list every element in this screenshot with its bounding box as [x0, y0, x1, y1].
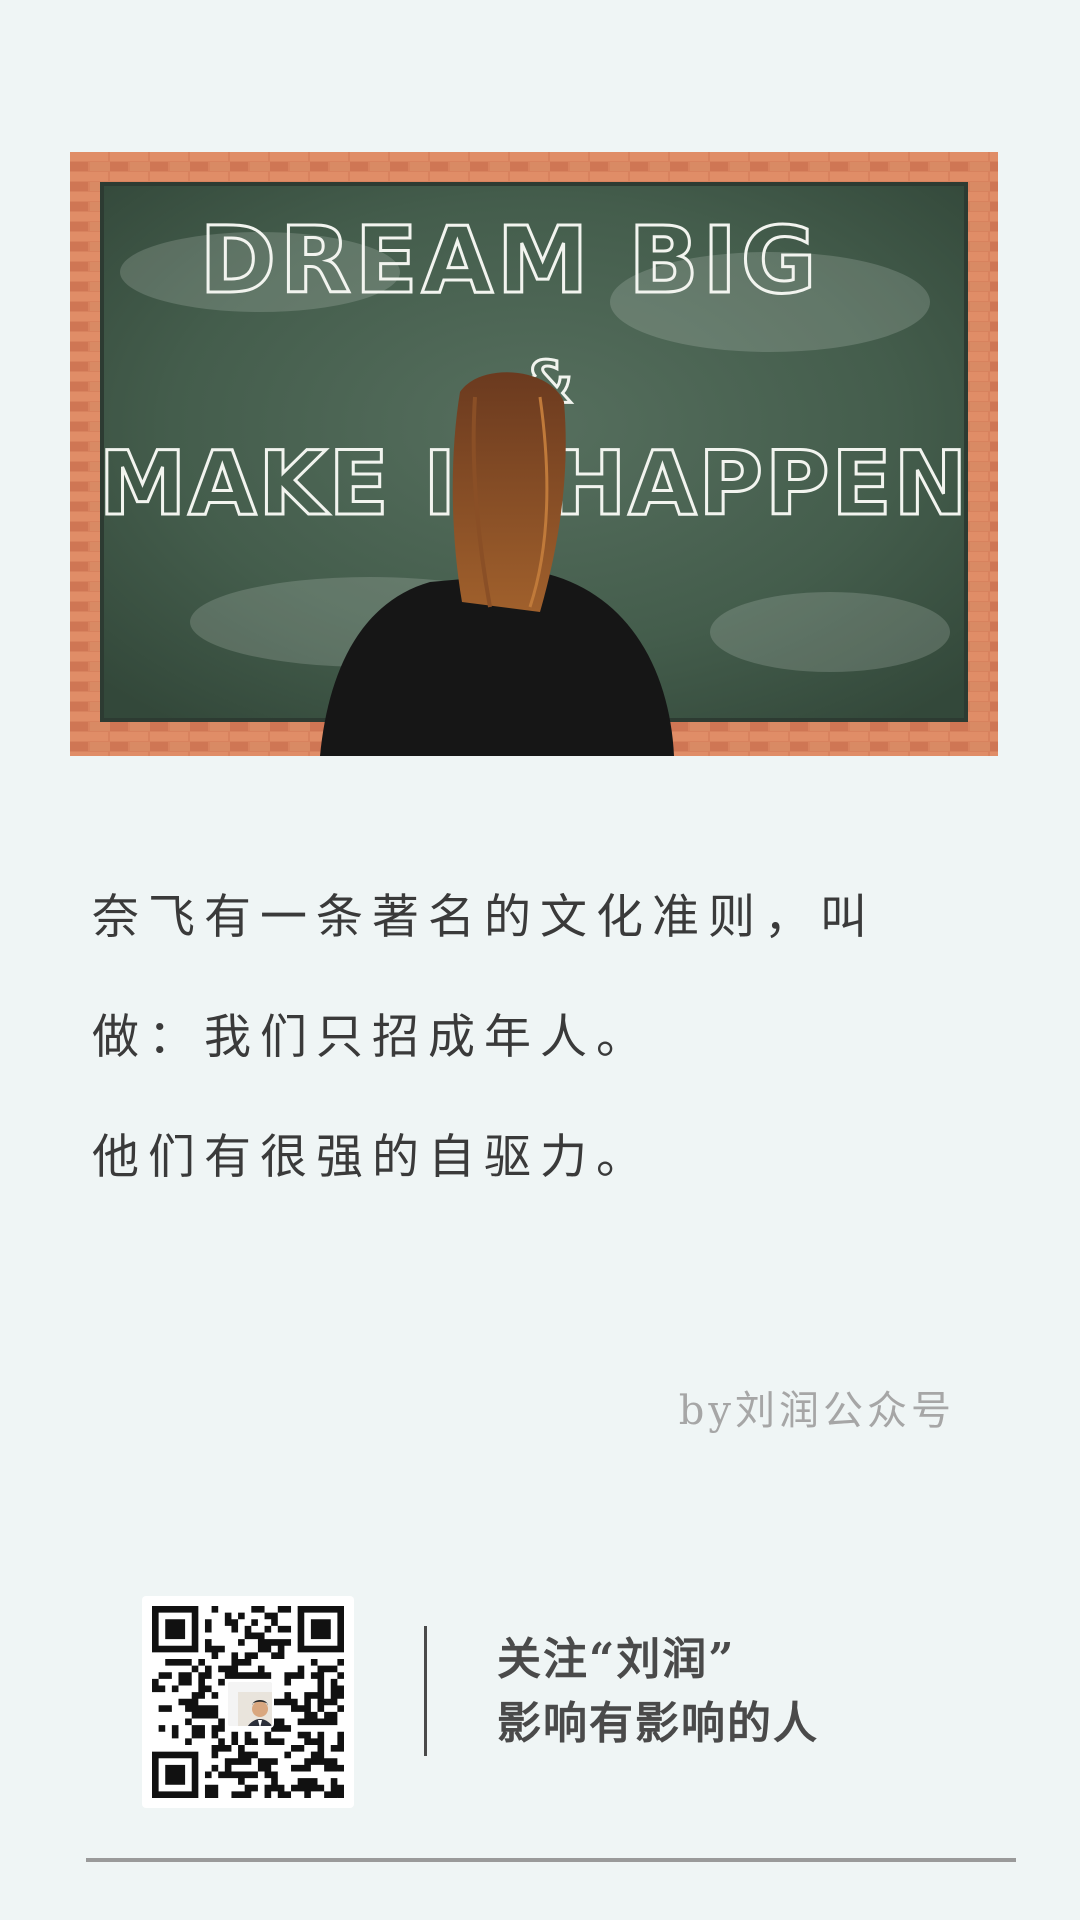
article-line-2: 做：我们只招成年人。 [92, 1010, 652, 1065]
board-line1: DREAM BIG [200, 207, 821, 314]
qr-code[interactable] [142, 1596, 354, 1808]
follow-line-2: 影响有影响的人 [497, 1698, 819, 1749]
avatar [226, 1680, 274, 1728]
follow-text: 关注“刘润” 影响有影响的人 [497, 1628, 819, 1756]
article-line-3: 他们有很强的自驱力。 [92, 1130, 652, 1185]
bottom-divider [86, 1858, 1016, 1862]
vertical-divider [424, 1626, 427, 1756]
byline: by刘润公众号 [678, 1388, 955, 1434]
follow-line-1: 关注“刘润” [497, 1634, 736, 1685]
article-line-1: 奈飞有一条著名的文化准则，叫 [92, 890, 876, 945]
hero-image: DREAM BIG & MAKE IT HAPPEN [70, 152, 998, 756]
